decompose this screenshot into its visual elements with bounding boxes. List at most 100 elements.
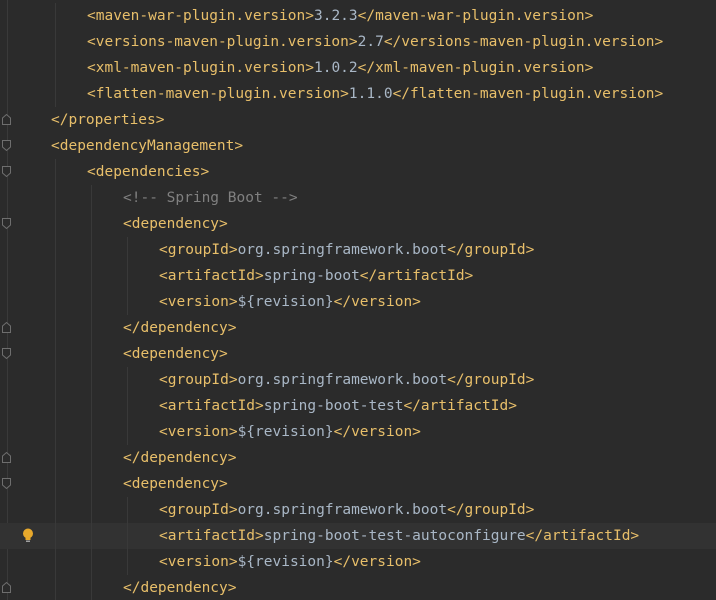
xml-tag-token: </dependency> (123, 580, 237, 596)
indent-guide (55, 55, 56, 81)
code-text[interactable]: <dependency> (123, 211, 228, 237)
code-text[interactable]: <dependency> (123, 471, 228, 497)
code-text[interactable]: <dependencies> (87, 159, 209, 185)
xml-tag-token: </versions-maven-plugin.version> (383, 34, 664, 50)
code-line[interactable]: <dependencies> (0, 159, 716, 185)
xml-tag-token: <flatten-maven-plugin.version> (87, 86, 349, 102)
xml-text-token: 3.2.3 (313, 8, 358, 24)
xml-tag-token: </properties> (51, 112, 165, 128)
code-line[interactable]: <version>${revision}</version> (0, 549, 716, 575)
code-line[interactable]: <artifactId>spring-boot</artifactId> (0, 263, 716, 289)
code-text[interactable]: <version>${revision}</version> (159, 289, 421, 315)
code-text[interactable]: <versions-maven-plugin.version>2.7</vers… (87, 29, 663, 55)
code-lines[interactable]: <maven-war-plugin.version>3.2.3</maven-w… (0, 3, 716, 600)
indent-guide (55, 29, 56, 55)
xml-tag-token: </artifactId> (359, 268, 474, 284)
code-line[interactable]: </properties> (0, 107, 716, 133)
code-text[interactable]: <dependencyManagement> (51, 133, 243, 159)
xml-tag-token: <artifactId> (159, 398, 264, 414)
code-text[interactable]: </properties> (51, 107, 165, 133)
code-line[interactable]: <dependency> (0, 471, 716, 497)
xml-tag-token: <versions-maven-plugin.version> (87, 34, 358, 50)
code-line[interactable]: </dependency> (0, 575, 716, 600)
code-line[interactable]: <dependency> (0, 341, 716, 367)
lightbulb-icon[interactable] (20, 527, 36, 545)
xml-text-token: spring-boot-test (263, 398, 404, 414)
indent-guide (91, 185, 92, 211)
xml-tag-token: </version> (333, 554, 421, 570)
xml-tag-token: <artifactId> (159, 528, 264, 544)
fold-start-icon[interactable] (2, 218, 11, 229)
code-line[interactable]: </dependency> (0, 445, 716, 471)
indent-guide (55, 575, 56, 600)
code-text[interactable]: <!-- Spring Boot --> (123, 185, 298, 211)
code-text[interactable]: <groupId>org.springframework.boot</group… (159, 237, 534, 263)
indent-guide (55, 341, 56, 367)
xml-tag-token: </flatten-maven-plugin.version> (392, 86, 664, 102)
code-line[interactable]: <groupId>org.springframework.boot</group… (0, 367, 716, 393)
indent-guide (55, 159, 56, 185)
code-line[interactable]: <groupId>org.springframework.boot</group… (0, 237, 716, 263)
code-line[interactable]: <artifactId>spring-boot-test</artifactId… (0, 393, 716, 419)
code-text[interactable]: <version>${revision}</version> (159, 549, 421, 575)
indent-guide (55, 367, 56, 393)
indent-guide (91, 367, 92, 393)
code-line[interactable]: <versions-maven-plugin.version>2.7</vers… (0, 29, 716, 55)
indent-guide (91, 497, 92, 523)
indent-guide (127, 237, 128, 263)
code-text[interactable]: </dependency> (123, 445, 237, 471)
xml-tag-token: </groupId> (447, 372, 535, 388)
code-text[interactable]: </dependency> (123, 575, 237, 600)
fold-end-icon[interactable] (2, 452, 11, 463)
xml-tag-token: <dependency> (123, 216, 228, 232)
code-text[interactable]: <version>${revision}</version> (159, 419, 421, 445)
code-line[interactable]: </dependency> (0, 315, 716, 341)
code-line[interactable]: <dependency> (0, 211, 716, 237)
fold-end-icon[interactable] (2, 582, 11, 593)
indent-guide (55, 211, 56, 237)
indent-guide (91, 341, 92, 367)
code-line[interactable]: <dependencyManagement> (0, 133, 716, 159)
code-line[interactable]: <groupId>org.springframework.boot</group… (0, 497, 716, 523)
code-text[interactable]: <groupId>org.springframework.boot</group… (159, 497, 534, 523)
code-text[interactable]: <artifactId>spring-boot-test</artifactId… (159, 393, 517, 419)
indent-guide (91, 315, 92, 341)
code-line[interactable]: <version>${revision}</version> (0, 419, 716, 445)
xml-tag-token: <groupId> (159, 372, 238, 388)
indent-guide (55, 81, 56, 107)
code-line[interactable]: <maven-war-plugin.version>3.2.3</maven-w… (0, 3, 716, 29)
fold-start-icon[interactable] (2, 348, 11, 359)
indent-guide (91, 263, 92, 289)
current-code-line[interactable]: <artifactId>spring-boot-test-autoconfigu… (0, 523, 716, 549)
code-text[interactable]: </dependency> (123, 315, 237, 341)
fold-end-icon[interactable] (2, 322, 11, 333)
indent-guide (55, 445, 56, 471)
code-text[interactable]: <groupId>org.springframework.boot</group… (159, 367, 534, 393)
xml-text-token: org.springframework.boot (237, 502, 448, 518)
code-text[interactable]: <maven-war-plugin.version>3.2.3</maven-w… (87, 3, 593, 29)
fold-start-icon[interactable] (2, 166, 11, 177)
indent-guide (127, 393, 128, 419)
code-line[interactable]: <xml-maven-plugin.version>1.0.2</xml-mav… (0, 55, 716, 81)
xml-text-token: ${revision} (237, 294, 334, 310)
fold-start-icon[interactable] (2, 140, 11, 151)
indent-guide (91, 523, 92, 549)
indent-guide (91, 211, 92, 237)
fold-start-icon[interactable] (2, 478, 11, 489)
code-line[interactable]: <version>${revision}</version> (0, 289, 716, 315)
fold-end-icon[interactable] (2, 114, 11, 125)
code-text[interactable]: <xml-maven-plugin.version>1.0.2</xml-mav… (87, 55, 593, 81)
code-text[interactable]: <dependency> (123, 341, 228, 367)
xml-tag-token: </dependency> (123, 320, 237, 336)
code-text[interactable]: <artifactId>spring-boot-test-autoconfigu… (159, 523, 639, 549)
code-text[interactable]: <flatten-maven-plugin.version>1.1.0</fla… (87, 81, 663, 107)
indent-guide (91, 289, 92, 315)
indent-guide (55, 393, 56, 419)
xml-text-token: 1.0.2 (313, 60, 358, 76)
code-line[interactable]: <flatten-maven-plugin.version>1.1.0</fla… (0, 81, 716, 107)
code-text[interactable]: <artifactId>spring-boot</artifactId> (159, 263, 473, 289)
code-line[interactable]: <!-- Spring Boot --> (0, 185, 716, 211)
code-editor[interactable]: <maven-war-plugin.version>3.2.3</maven-w… (0, 0, 716, 600)
xml-text-token: spring-boot (263, 268, 360, 284)
xml-tag-token: </version> (333, 424, 421, 440)
